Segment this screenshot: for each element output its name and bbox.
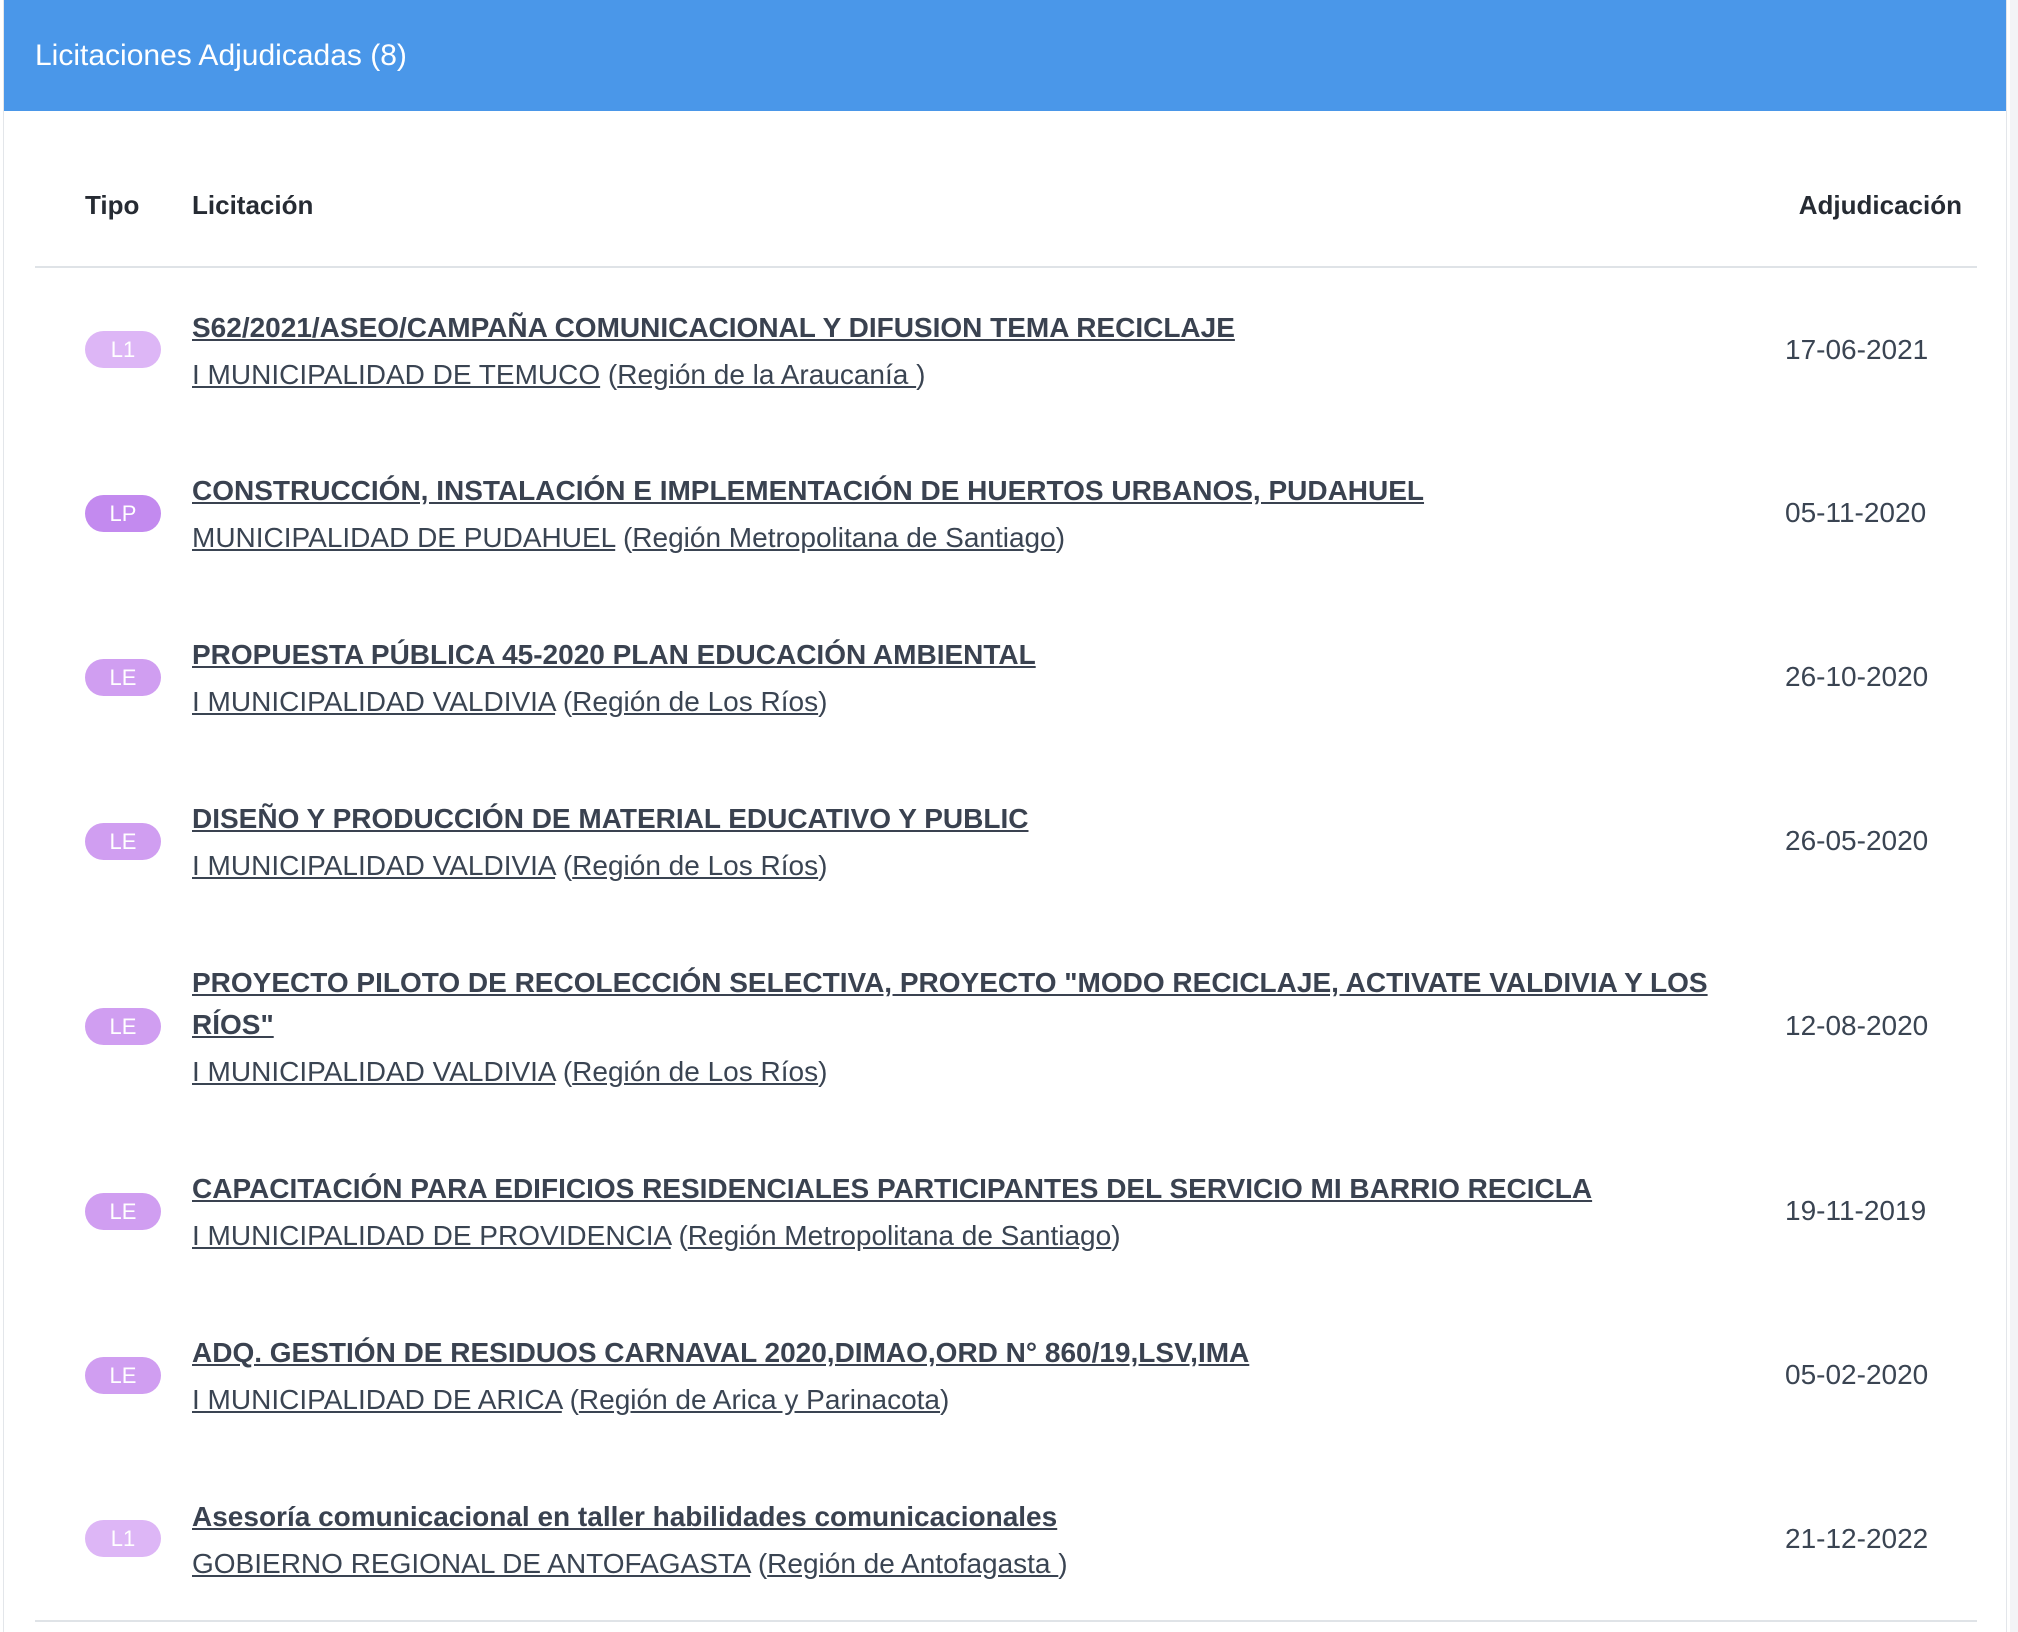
tipo-badge: LE xyxy=(85,1007,161,1045)
table-body: L1 S62/2021/ASEO/CAMPAÑA COMUNICACIONAL … xyxy=(35,267,1977,1622)
region-link[interactable]: Región de Arica y Parinacota xyxy=(579,1384,940,1415)
paren-open: ( xyxy=(600,358,618,390)
adjudicacion-date: 05-02-2020 xyxy=(1785,1359,1929,1390)
paren-close: ) xyxy=(818,850,828,881)
table-row: LE PROPUESTA PÚBLICA 45-2020 PLAN EDUCAC… xyxy=(35,595,1977,759)
paren-close: ) xyxy=(916,358,926,390)
paren-open: ( xyxy=(555,686,573,717)
licitacion-cell: DISEÑO Y PRODUCCIÓN DE MATERIAL EDUCATIV… xyxy=(192,759,1785,923)
tipo-badge: L1 xyxy=(85,331,161,368)
licitacion-title-link[interactable]: S62/2021/ASEO/CAMPAÑA COMUNICACIONAL Y D… xyxy=(192,307,1785,349)
table-row: L1 S62/2021/ASEO/CAMPAÑA COMUNICACIONAL … xyxy=(35,267,1977,431)
table-row: LE CAPACITACIÓN PARA EDIFICIOS RESIDENCI… xyxy=(35,1129,1977,1293)
paren-open: ( xyxy=(555,850,573,881)
licitacion-subtitle: I MUNICIPALIDAD DE PROVIDENCIA (Región M… xyxy=(192,1218,1785,1254)
licitacion-cell: Asesoría comunicacional en taller habili… xyxy=(192,1457,1785,1622)
licitacion-subtitle: I MUNICIPALIDAD VALDIVIA (Región de Los … xyxy=(192,848,1785,884)
licitacion-cell: CAPACITACIÓN PARA EDIFICIOS RESIDENCIALE… xyxy=(192,1129,1785,1293)
panel-header: Licitaciones Adjudicadas (8) xyxy=(4,0,2006,111)
table-row: LP CONSTRUCCIÓN, INSTALACIÓN E IMPLEMENT… xyxy=(35,431,1977,595)
adjudicacion-date: 21-12-2022 xyxy=(1785,1457,1977,1622)
page-edge xyxy=(2010,0,2018,1632)
organization-link[interactable]: I MUNICIPALIDAD VALDIVIA xyxy=(192,850,555,881)
table-header-row: Tipo Licitación Adjudicación xyxy=(35,145,1977,268)
licitacion-subtitle: I MUNICIPALIDAD VALDIVIA (Región de Los … xyxy=(192,684,1785,720)
paren-open: ( xyxy=(750,1547,768,1579)
licitacion-subtitle: GOBIERNO REGIONAL DE ANTOFAGASTA (Región… xyxy=(192,1546,1785,1582)
licitaciones-panel: Licitaciones Adjudicadas (8) Tipo Licita… xyxy=(3,0,2007,1632)
licitacion-cell: ADQ. GESTIÓN DE RESIDUOS CARNAVAL 2020,D… xyxy=(192,1293,1785,1457)
licitacion-subtitle: I MUNICIPALIDAD DE ARICA (Región de Aric… xyxy=(192,1382,1785,1418)
table-row: LE PROYECTO PILOTO DE RECOLECCIÓN SELECT… xyxy=(35,923,1977,1129)
paren-close: ) xyxy=(818,686,828,717)
organization-link[interactable]: I MUNICIPALIDAD VALDIVIA xyxy=(192,1056,555,1087)
region-link[interactable]: Región de la Araucanía xyxy=(617,359,916,390)
region-link[interactable]: Región de Los Ríos xyxy=(572,1056,818,1087)
header-licitacion[interactable]: Licitación xyxy=(192,145,1785,268)
tipo-badge: LP xyxy=(85,494,161,532)
licitacion-subtitle: MUNICIPALIDAD DE PUDAHUEL (Región Metrop… xyxy=(192,520,1785,556)
licitacion-subtitle: I MUNICIPALIDAD DE TEMUCO (Región de la … xyxy=(192,357,1785,393)
region-link[interactable]: Región de Antofagasta xyxy=(767,1548,1058,1579)
licitacion-title-link[interactable]: CAPACITACIÓN PARA EDIFICIOS RESIDENCIALE… xyxy=(192,1168,1785,1210)
panel-title: Licitaciones Adjudicadas (8) xyxy=(35,38,407,72)
paren-open: ( xyxy=(670,1220,688,1251)
region-link[interactable]: Región Metropolitana de Santiago xyxy=(632,522,1055,553)
table-row: LE ADQ. GESTIÓN DE RESIDUOS CARNAVAL 202… xyxy=(35,1293,1977,1457)
tipo-badge: LE xyxy=(85,1356,161,1394)
paren-close: ) xyxy=(940,1384,950,1415)
region-link[interactable]: Región de Los Ríos xyxy=(572,686,818,717)
licitacion-subtitle: I MUNICIPALIDAD VALDIVIA (Región de Los … xyxy=(192,1054,1785,1090)
adjudicacion-date: 17-06-2021 xyxy=(1785,333,1929,365)
tipo-cell: LP xyxy=(35,431,192,595)
table-row: L1 Asesoría comunicacional en taller hab… xyxy=(35,1457,1977,1622)
region-link[interactable]: Región de Los Ríos xyxy=(572,850,818,881)
organization-link[interactable]: I MUNICIPALIDAD DE ARICA xyxy=(192,1384,562,1415)
organization-link[interactable]: MUNICIPALIDAD DE PUDAHUEL xyxy=(192,522,615,553)
paren-close: ) xyxy=(1055,522,1066,553)
licitacion-cell: CONSTRUCCIÓN, INSTALACIÓN E IMPLEMENTACI… xyxy=(192,431,1785,595)
tipo-badge: LE xyxy=(85,1192,161,1230)
paren-open: ( xyxy=(555,1056,573,1087)
organization-link[interactable]: I MUNICIPALIDAD DE PROVIDENCIA xyxy=(192,1220,671,1251)
tipo-cell: LE xyxy=(35,759,192,923)
licitacion-title-link[interactable]: PROYECTO PILOTO DE RECOLECCIÓN SELECTIVA… xyxy=(192,962,1785,1046)
licitacion-title-link[interactable]: CONSTRUCCIÓN, INSTALACIÓN E IMPLEMENTACI… xyxy=(192,470,1785,512)
organization-link[interactable]: I MUNICIPALIDAD VALDIVIA xyxy=(192,686,555,717)
licitacion-cell: PROYECTO PILOTO DE RECOLECCIÓN SELECTIVA… xyxy=(192,923,1785,1129)
licitaciones-table: Tipo Licitación Adjudicación L1 S62/2021… xyxy=(35,145,1977,1622)
organization-link[interactable]: GOBIERNO REGIONAL DE ANTOFAGASTA xyxy=(192,1548,750,1579)
tipo-badge: L1 xyxy=(85,1520,161,1557)
tipo-badge: LE xyxy=(85,658,161,696)
tipo-cell: LE xyxy=(35,595,192,759)
paren-close: ) xyxy=(818,1056,828,1087)
tipo-cell: L1 xyxy=(35,267,192,431)
paren-close: ) xyxy=(1058,1547,1068,1579)
paren-open: ( xyxy=(561,1384,579,1415)
tipo-cell: L1 xyxy=(35,1457,192,1622)
licitacion-cell: S62/2021/ASEO/CAMPAÑA COMUNICACIONAL Y D… xyxy=(192,267,1785,431)
tipo-badge: LE xyxy=(85,822,161,860)
licitacion-title-link[interactable]: DISEÑO Y PRODUCCIÓN DE MATERIAL EDUCATIV… xyxy=(192,798,1785,840)
tipo-cell: LE xyxy=(35,1129,192,1293)
licitacion-cell: PROPUESTA PÚBLICA 45-2020 PLAN EDUCACIÓN… xyxy=(192,595,1785,759)
adjudicacion-date: 26-05-2020 xyxy=(1785,825,1929,856)
adjudicacion-date: 12-08-2020 xyxy=(1785,1010,1929,1041)
table-header: Tipo Licitación Adjudicación xyxy=(35,145,1977,268)
region-link[interactable]: Región Metropolitana de Santiago xyxy=(688,1220,1111,1251)
licitacion-title-link[interactable]: PROPUESTA PÚBLICA 45-2020 PLAN EDUCACIÓN… xyxy=(192,634,1785,676)
tipo-cell: LE xyxy=(35,1293,192,1457)
adjudicacion-date: 26-10-2020 xyxy=(1785,661,1929,692)
tipo-cell: LE xyxy=(35,923,192,1129)
adjudicacion-date: 05-11-2020 xyxy=(1785,497,1927,528)
organization-link[interactable]: I MUNICIPALIDAD DE TEMUCO xyxy=(192,359,600,390)
table-row: LE DISEÑO Y PRODUCCIÓN DE MATERIAL EDUCA… xyxy=(35,759,1977,923)
paren-open: ( xyxy=(615,522,633,553)
header-tipo[interactable]: Tipo xyxy=(35,145,192,268)
header-adjudicacion[interactable]: Adjudicación xyxy=(1785,145,1977,268)
licitacion-title-link[interactable]: Asesoría comunicacional en taller habili… xyxy=(192,1496,1785,1538)
licitacion-title-link[interactable]: ADQ. GESTIÓN DE RESIDUOS CARNAVAL 2020,D… xyxy=(192,1332,1785,1374)
paren-close: ) xyxy=(1111,1220,1121,1251)
adjudicacion-date: 19-11-2019 xyxy=(1785,1195,1927,1226)
